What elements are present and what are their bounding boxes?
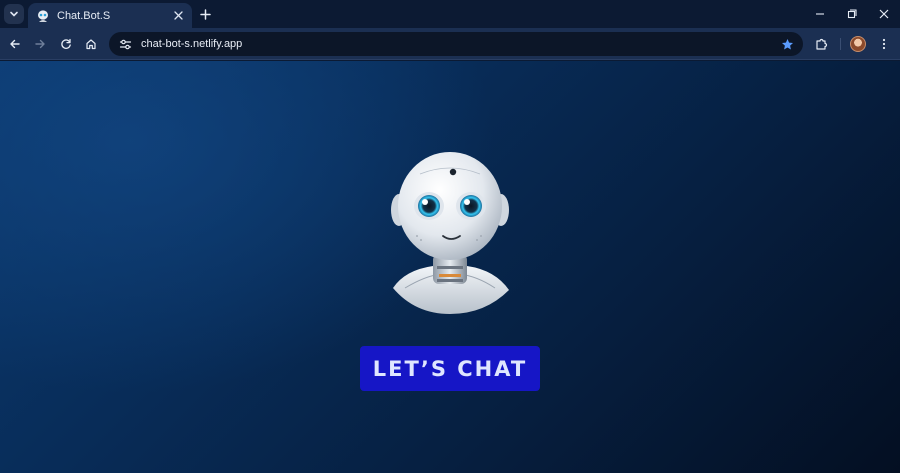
new-tab-button[interactable]	[196, 5, 214, 23]
minimize-button[interactable]	[804, 0, 836, 28]
window-controls	[804, 0, 900, 28]
kebab-menu-icon	[882, 38, 886, 50]
chevron-down-icon	[10, 11, 18, 17]
forward-button[interactable]	[29, 33, 51, 55]
url-text: chat-bot-s.netlify.app	[141, 38, 243, 50]
home-icon	[86, 39, 96, 50]
tab-active[interactable]: Chat.Bot.S	[28, 3, 192, 28]
star-icon	[781, 38, 793, 49]
tab-strip: Chat.Bot.S	[0, 0, 900, 28]
lets-chat-button[interactable]: LET’S CHAT	[360, 346, 540, 391]
avatar	[850, 36, 866, 52]
browser-menu-button[interactable]	[873, 33, 895, 55]
close-icon	[879, 9, 889, 19]
close-icon	[173, 11, 183, 20]
toolbar-divider	[840, 38, 841, 50]
reload-button[interactable]	[55, 33, 77, 55]
browser-toolbar: chat-bot-s.netlify.app	[0, 28, 900, 60]
extensions-button[interactable]	[811, 33, 833, 55]
arrow-left-icon	[10, 39, 20, 49]
puzzle-icon	[816, 38, 828, 50]
minimize-icon	[816, 13, 824, 15]
plus-icon	[199, 8, 211, 20]
robot-image	[391, 152, 509, 314]
tab-title: Chat.Bot.S	[57, 9, 111, 22]
page-content: LET’S CHAT	[0, 61, 900, 473]
close-window-button[interactable]	[868, 0, 900, 28]
tab-search-button[interactable]	[4, 4, 24, 24]
site-info-button[interactable]	[117, 36, 133, 52]
tab-close-button[interactable]	[170, 8, 186, 24]
home-button[interactable]	[80, 33, 102, 55]
restore-button[interactable]	[836, 0, 868, 28]
back-button[interactable]	[4, 33, 26, 55]
reload-icon	[61, 38, 71, 49]
tune-icon	[119, 39, 131, 49]
bookmark-button[interactable]	[779, 36, 795, 52]
profile-button[interactable]	[847, 33, 869, 55]
robot-favicon-icon	[36, 9, 50, 23]
restore-icon	[847, 9, 857, 19]
address-bar[interactable]: chat-bot-s.netlify.app	[109, 32, 803, 56]
arrow-right-icon	[35, 39, 45, 49]
